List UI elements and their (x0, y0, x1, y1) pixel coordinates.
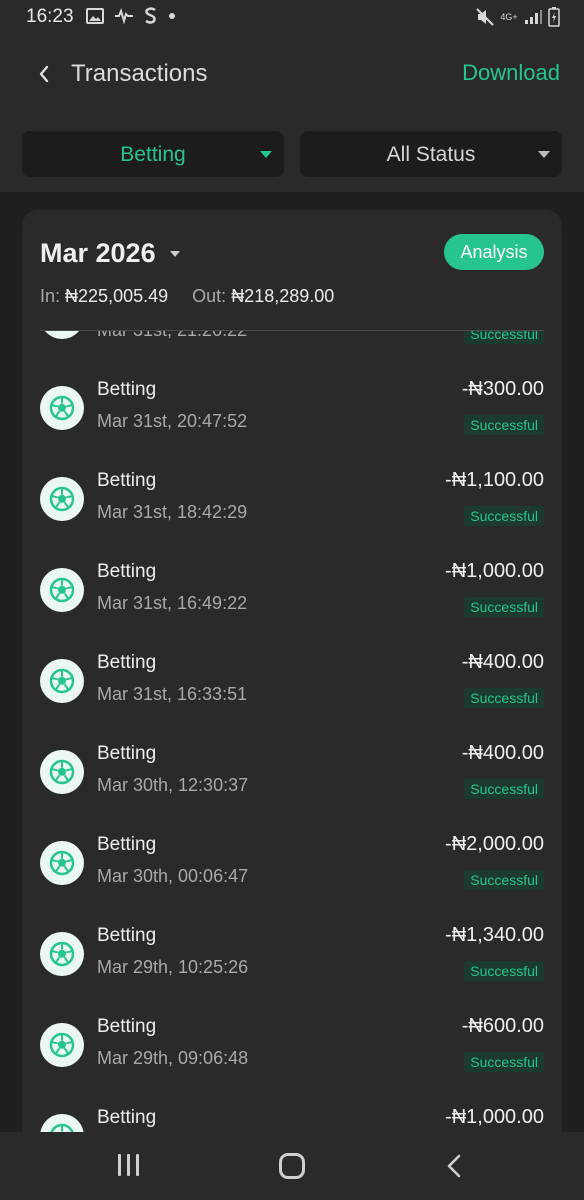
transaction-row[interactable]: Betting Mar 30th, 00:06:47 -₦2,000.00 Succe… (22, 817, 562, 908)
notification-dot-icon (169, 13, 175, 19)
betting-ball-icon (40, 932, 84, 976)
transaction-row[interactable]: Betting Mar 31st, 16:49:22 -₦1,000.00 Succe… (22, 544, 562, 635)
status-badge: Successful (464, 688, 544, 708)
status-badge: Successful (464, 779, 544, 799)
transaction-amount: -₦1,100.00 (445, 469, 544, 491)
transaction-name: Betting (97, 1016, 157, 1037)
battery-icon (548, 7, 560, 27)
system-back-button[interactable] (446, 1154, 462, 1183)
status-filter-label: All Status (386, 143, 476, 166)
in-out-summary: In: ₦225,005.49 Out: ₦218,289.00 (40, 286, 334, 307)
transaction-list-viewport[interactable]: BettingMar 31st, 21:26:22SuccessfulBetti… (22, 331, 562, 1200)
transaction-name: Betting (97, 561, 157, 582)
betting-ball-icon (40, 841, 84, 885)
transaction-row[interactable]: Betting Mar 29th, 09:06:48 -₦600.00 Success… (22, 999, 562, 1090)
betting-ball-icon (40, 659, 84, 703)
app-header: Transactions Download Betting All Status (0, 36, 584, 192)
status-badge: Successful (464, 870, 544, 890)
back-button[interactable] (30, 60, 58, 88)
caret-down-icon (260, 151, 272, 158)
caret-down-icon (538, 151, 550, 158)
transaction-name: Betting (97, 470, 157, 491)
transaction-date: Mar 31st, 16:49:22 (97, 593, 248, 613)
transaction-row[interactable]: BettingMar 31st, 21:26:22Successful (22, 331, 562, 362)
betting-ball-icon (40, 477, 84, 521)
status-badge: Successful (464, 331, 544, 344)
transaction-date: Mar 30th, 12:30:37 (97, 775, 249, 795)
transaction-name: Betting (97, 925, 157, 946)
transaction-row[interactable]: Betting Mar 29th, 10:25:26 -₦1,340.00 Succe… (22, 908, 562, 999)
out-amount: ₦218,289.00 (231, 286, 335, 306)
caret-down-icon[interactable] (170, 251, 180, 257)
status-badge: Successful (464, 597, 544, 617)
transaction-amount: -₦1,000.00 (445, 560, 544, 582)
in-amount: ₦225,005.49 (65, 286, 169, 306)
transaction-row[interactable]: Betting Mar 30th, 12:30:37 -₦400.00 Success… (22, 726, 562, 817)
status-badge: Successful (464, 1052, 544, 1072)
recent-apps-button[interactable] (118, 1154, 139, 1176)
transaction-row[interactable]: Betting Mar 31st, 16:33:51 -₦400.00 Success… (22, 635, 562, 726)
system-icons: 4G+ (476, 7, 560, 27)
transaction-amount: -₦300.00 (461, 378, 544, 400)
pulse-icon (115, 8, 133, 24)
system-navigation-bar (0, 1132, 584, 1200)
betting-ball-icon (40, 568, 84, 612)
status-badge: Successful (464, 415, 544, 435)
transaction-date: Mar 31st, 18:42:29 (97, 502, 248, 522)
page-title: Transactions (71, 60, 208, 87)
chevron-left-icon (447, 1154, 461, 1178)
transaction-amount: -₦600.00 (461, 1015, 544, 1037)
transaction-row[interactable]: Betting Mar 31st, 18:42:29 -₦1,100.00 Succe… (22, 453, 562, 544)
transaction-date: Mar 29th, 09:06:48 (97, 1048, 249, 1068)
transaction-row[interactable]: Betting Mar 31st, 20:47:52 -₦300.00 Success… (22, 362, 562, 453)
chevron-left-icon (39, 65, 49, 83)
betting-ball-icon (40, 1023, 84, 1067)
category-filter-dropdown[interactable]: Betting (22, 131, 284, 177)
transaction-name: Betting (97, 652, 157, 673)
status-bar: 16:23 4G+ (0, 0, 584, 36)
home-button[interactable] (279, 1153, 305, 1179)
transaction-name: Betting (97, 834, 157, 855)
transaction-name: Betting (97, 379, 157, 400)
transaction-amount: -₦2,000.00 (445, 833, 544, 855)
transaction-amount: -₦400.00 (461, 651, 544, 673)
month-selector[interactable]: Mar 2026 (40, 238, 156, 269)
transaction-amount: -₦1,000.00 (445, 1106, 544, 1128)
transaction-date: Mar 30th, 00:06:47 (97, 866, 249, 886)
transaction-name: Betting (97, 1107, 157, 1128)
transaction-amount: -₦400.00 (461, 742, 544, 764)
status-time: 16:23 (26, 6, 74, 27)
download-button[interactable]: Download (462, 60, 560, 86)
analysis-button[interactable]: Analysis (444, 234, 544, 270)
status-badge: Successful (464, 961, 544, 981)
network-type: 4G+ (500, 11, 518, 22)
transaction-date: Mar 31st, 20:47:52 (97, 411, 248, 431)
transactions-card: Mar 2026 Analysis In: ₦225,005.49 Out: ₦… (22, 210, 562, 1200)
category-filter-label: Betting (120, 143, 186, 166)
betting-ball-icon (40, 750, 84, 794)
notification-icons (86, 7, 176, 25)
in-label: In: (40, 286, 61, 306)
out-label: Out: (192, 286, 227, 306)
betting-ball-icon (40, 386, 84, 430)
transaction-name: Betting (97, 743, 157, 764)
mute-icon (476, 8, 494, 26)
status-badge: Successful (464, 506, 544, 526)
signal-icon (525, 10, 542, 24)
app-s-icon (145, 7, 156, 24)
betting-ball-icon (40, 331, 84, 339)
gallery-icon (86, 8, 104, 24)
transaction-date: Mar 29th, 10:25:26 (97, 957, 249, 977)
transaction-list: BettingMar 31st, 21:26:22SuccessfulBetti… (22, 331, 562, 1181)
status-filter-dropdown[interactable]: All Status (300, 131, 562, 177)
transaction-amount: -₦1,340.00 (445, 924, 544, 946)
transaction-date: Mar 31st, 21:26:22 (97, 331, 247, 341)
transaction-date: Mar 31st, 16:33:51 (97, 684, 248, 704)
